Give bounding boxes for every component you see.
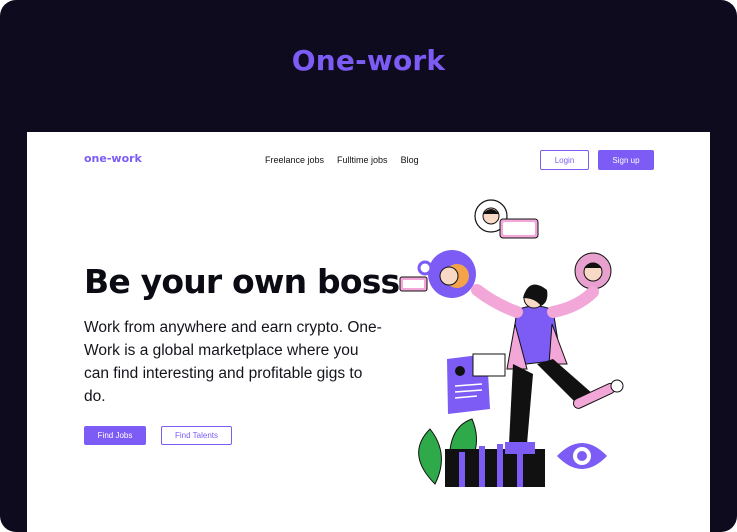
find-jobs-button[interactable]: Find Jobs [84, 426, 146, 445]
frame-title: One-work [291, 44, 446, 77]
avatar-bubble-right [574, 252, 612, 290]
document-card [447, 353, 506, 414]
brand-logo[interactable]: one-work [84, 152, 142, 165]
hero-illustration [399, 199, 624, 487]
landing-page: one-work Freelance jobs Fulltime jobs Bl… [27, 132, 710, 532]
find-talents-button[interactable]: Find Talents [161, 426, 232, 445]
avatar-bubble-left [399, 250, 476, 298]
hero-subtitle: Work from anywhere and earn crypto. One-… [84, 319, 382, 405]
main-nav: Freelance jobs Fulltime jobs Blog [265, 155, 419, 165]
signup-button[interactable]: Sign up [598, 150, 654, 170]
eye-icon [557, 443, 607, 469]
app-frame: One-work one-work Freelance jobs Fulltim… [0, 0, 737, 532]
login-button[interactable]: Login [540, 150, 589, 170]
nav-fulltime-jobs[interactable]: Fulltime jobs [337, 155, 388, 165]
hero-title: Be your own boss [84, 262, 400, 301]
nav-freelance-jobs[interactable]: Freelance jobs [265, 155, 324, 165]
nav-blog[interactable]: Blog [401, 155, 419, 165]
avatar-bubble-top [474, 199, 539, 239]
